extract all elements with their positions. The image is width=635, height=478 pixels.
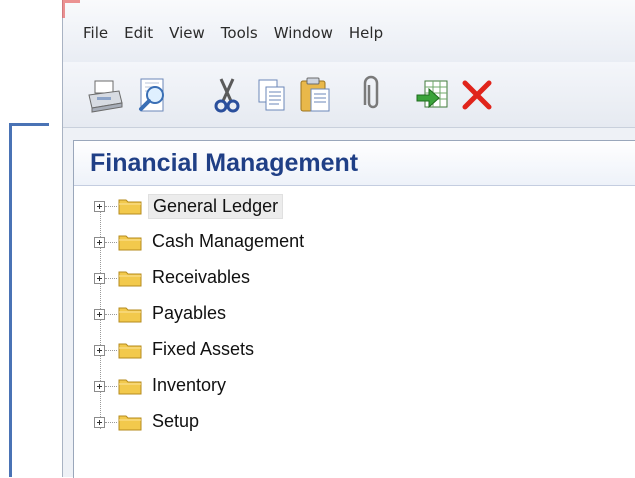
folder-icon (118, 379, 142, 395)
expand-icon[interactable] (94, 273, 105, 284)
app-window: File Edit View Tools Window Help Financi… (62, 0, 635, 478)
folder-icon (118, 343, 142, 359)
print-preview-icon[interactable] (133, 75, 173, 115)
tree-item-label: Setup (152, 411, 200, 431)
export-icon[interactable] (413, 75, 453, 115)
menu-bar: File Edit View Tools Window Help (63, 0, 635, 62)
callout-bracket (9, 123, 49, 477)
paste-icon[interactable] (295, 75, 335, 115)
menu-file[interactable]: File (83, 22, 116, 44)
tree-item-fixed-assets[interactable]: Fixed Assets (92, 333, 612, 369)
tree-item-label: Payables (152, 303, 227, 323)
navigation-panel: Financial Management General Ledger Cash… (73, 140, 635, 478)
expand-icon[interactable] (94, 237, 105, 248)
menu-view[interactable]: View (161, 22, 213, 44)
tree-item-payables[interactable]: Payables (92, 297, 612, 333)
copy-icon[interactable] (251, 75, 291, 115)
attach-icon[interactable] (353, 75, 393, 115)
tree-item-setup[interactable]: Setup (92, 405, 612, 441)
expand-icon[interactable] (94, 381, 105, 392)
folder-icon (118, 235, 142, 251)
expand-icon[interactable] (94, 201, 105, 212)
folder-icon (118, 271, 142, 287)
tree-item-label: General Ledger (148, 194, 284, 219)
folder-icon (118, 415, 142, 431)
print-icon[interactable] (85, 75, 125, 115)
folder-icon (118, 199, 142, 215)
tree-item-receivables[interactable]: Receivables (92, 261, 612, 297)
delete-icon[interactable] (457, 75, 497, 115)
tree-item-general-ledger[interactable]: General Ledger (92, 189, 612, 225)
tree-item-cash-management[interactable]: Cash Management (92, 225, 612, 261)
folder-icon (118, 307, 142, 323)
tree-item-inventory[interactable]: Inventory (92, 369, 612, 405)
expand-icon[interactable] (94, 309, 105, 320)
panel-title: Financial Management (90, 149, 359, 177)
menu-help[interactable]: Help (341, 22, 391, 44)
panel-header: Financial Management (74, 141, 635, 186)
menu-tools[interactable]: Tools (213, 22, 266, 44)
expand-icon[interactable] (94, 345, 105, 356)
tree-item-label: Receivables (152, 267, 251, 287)
expand-icon[interactable] (94, 417, 105, 428)
toolbar (63, 62, 635, 128)
tree-item-label: Inventory (152, 375, 227, 395)
cut-icon[interactable] (207, 75, 247, 115)
tree-item-label: Cash Management (152, 231, 305, 251)
tree-item-label: Fixed Assets (152, 339, 255, 359)
menu-edit[interactable]: Edit (116, 22, 161, 44)
window-corner-accent (62, 0, 80, 18)
menu-window[interactable]: Window (266, 22, 341, 44)
